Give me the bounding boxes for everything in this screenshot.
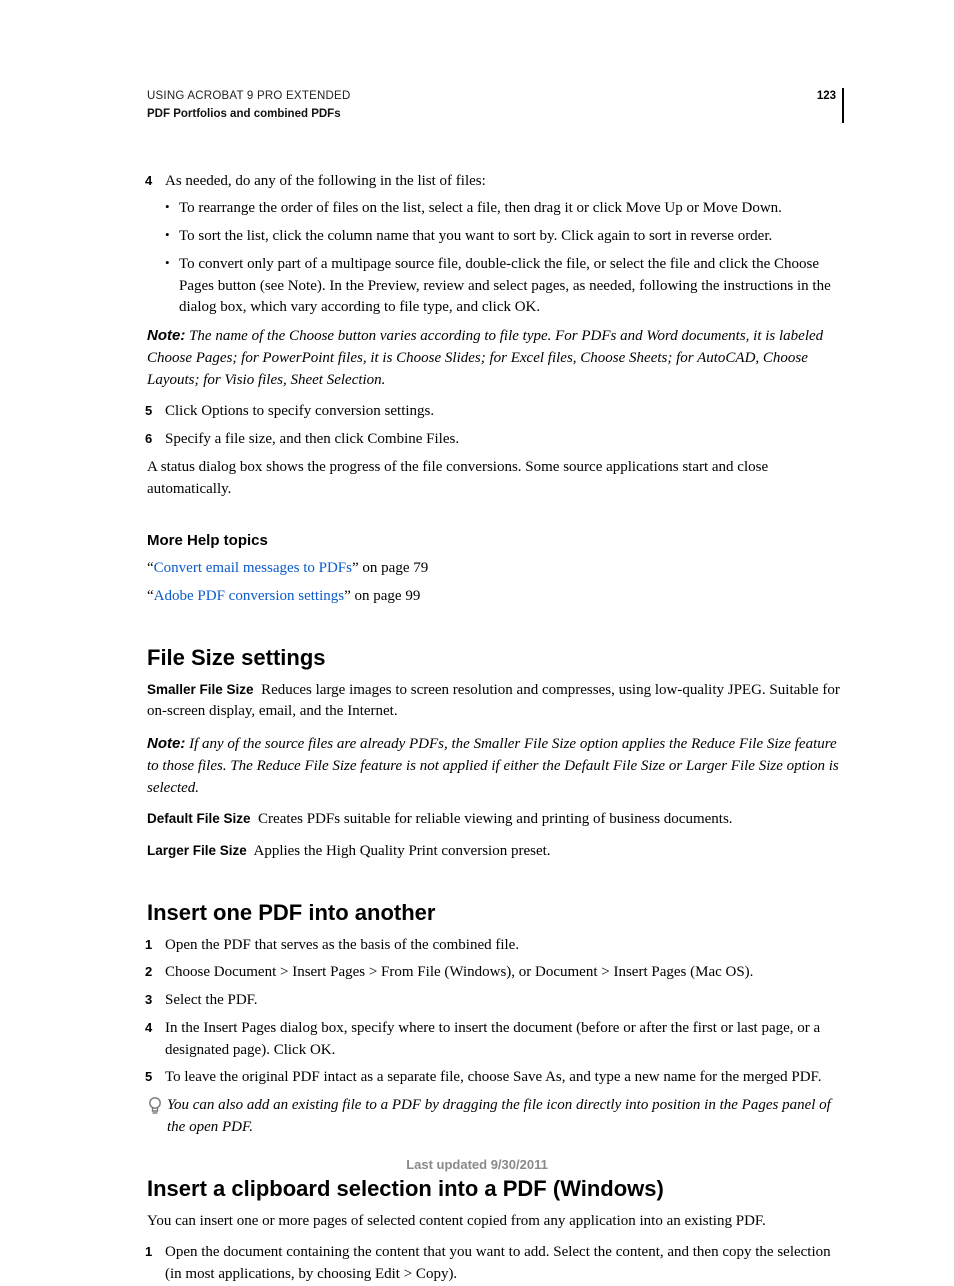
heading-file-size-settings: File Size settings	[147, 642, 844, 674]
step-number: 2	[145, 962, 165, 984]
page-number: 123	[807, 88, 844, 123]
tip-block: You can also add an existing file to a P…	[147, 1095, 844, 1139]
step-3: 3Select the PDF.	[145, 990, 844, 1012]
step-5: 5 Click Options to specify conversion se…	[145, 401, 844, 423]
help-link-pdf-settings[interactable]: Adobe PDF conversion settings	[154, 588, 344, 604]
step-4: 4 As needed, do any of the following in …	[145, 171, 844, 193]
heading-insert-pdf: Insert one PDF into another	[147, 897, 844, 929]
note-block: Note: If any of the source files are alr…	[147, 733, 844, 799]
step-number: 4	[145, 1018, 165, 1062]
doc-section: PDF Portfolios and combined PDFs	[147, 106, 807, 123]
step-6: 6 Specify a file size, and then click Co…	[145, 429, 844, 451]
list-item: To rearrange the order of files on the l…	[165, 198, 844, 220]
note-text: The name of the Choose button varies acc…	[147, 328, 823, 388]
heading-insert-clipboard: Insert a clipboard selection into a PDF …	[147, 1173, 844, 1205]
document-page: USING ACROBAT 9 PRO EXTENDED PDF Portfol…	[0, 0, 954, 1235]
step-text: To leave the original PDF intact as a se…	[165, 1067, 844, 1089]
step-text: Specify a file size, and then click Comb…	[165, 429, 844, 451]
step-2: 2Choose Document > Insert Pages > From F…	[145, 962, 844, 984]
help-link-convert-email[interactable]: Convert email messages to PDFs	[154, 560, 352, 576]
step-number: 5	[145, 401, 165, 423]
list-item: To convert only part of a multipage sour…	[165, 254, 844, 319]
note-label: Note:	[147, 327, 185, 344]
def-text: Creates PDFs suitable for reliable viewi…	[258, 811, 733, 827]
step-text: As needed, do any of the following in th…	[165, 171, 844, 193]
def-text: Applies the High Quality Print conversio…	[253, 843, 550, 859]
clipboard-intro: You can insert one or more pages of sele…	[147, 1211, 844, 1233]
help-ref-1-suffix: ” on page 79	[352, 560, 428, 576]
step-text: Select the PDF.	[165, 990, 844, 1012]
step-number: 4	[145, 171, 165, 193]
tip-text: You can also add an existing file to a P…	[167, 1095, 844, 1139]
step-1: 1Open the document containing the conten…	[145, 1242, 844, 1286]
step-1: 1Open the PDF that serves as the basis o…	[145, 935, 844, 957]
note-text: If any of the source files are already P…	[147, 736, 839, 796]
step-number: 6	[145, 429, 165, 451]
step-number: 1	[145, 935, 165, 957]
def-default-file-size: Default File Size Creates PDFs suitable …	[147, 809, 844, 831]
doc-title: USING ACROBAT 9 PRO EXTENDED	[147, 88, 807, 105]
step-number: 3	[145, 990, 165, 1012]
def-smaller-file-size: Smaller File Size Reduces large images t…	[147, 680, 844, 724]
bullet-text: To convert only part of a multipage sour…	[179, 254, 844, 319]
def-label: Larger File Size	[147, 843, 247, 858]
bullet-text: To sort the list, click the column name …	[179, 226, 772, 248]
note-label: Note:	[147, 735, 185, 752]
def-label: Smaller File Size	[147, 682, 254, 697]
step-text: In the Insert Pages dialog box, specify …	[165, 1018, 844, 1062]
step-5: 5To leave the original PDF intact as a s…	[145, 1067, 844, 1089]
def-label: Default File Size	[147, 811, 251, 826]
step-text: Choose Document > Insert Pages > From Fi…	[165, 962, 844, 984]
help-ref-2: “Adobe PDF conversion settings” on page …	[147, 586, 844, 608]
step-text: Click Options to specify conversion sett…	[165, 401, 844, 423]
def-larger-file-size: Larger File Size Applies the High Qualit…	[147, 841, 844, 863]
step-number: 5	[145, 1067, 165, 1089]
bullet-text: To rearrange the order of files on the l…	[179, 198, 782, 220]
page-header: USING ACROBAT 9 PRO EXTENDED PDF Portfol…	[147, 88, 844, 123]
more-help-heading: More Help topics	[147, 530, 844, 552]
help-ref-1: “Convert email messages to PDFs” on page…	[147, 558, 844, 580]
list-item: To sort the list, click the column name …	[165, 226, 844, 248]
help-ref-2-suffix: ” on page 99	[344, 588, 420, 604]
step-text: Open the PDF that serves as the basis of…	[165, 935, 844, 957]
page-footer: Last updated 9/30/2011	[0, 1156, 954, 1175]
step-number: 1	[145, 1242, 165, 1286]
note-block: Note: The name of the Choose button vari…	[147, 325, 844, 391]
status-paragraph: A status dialog box shows the progress o…	[147, 457, 844, 501]
step-text: Open the document containing the content…	[165, 1242, 844, 1286]
step-4: 4In the Insert Pages dialog box, specify…	[145, 1018, 844, 1062]
lightbulb-icon	[147, 1096, 163, 1118]
